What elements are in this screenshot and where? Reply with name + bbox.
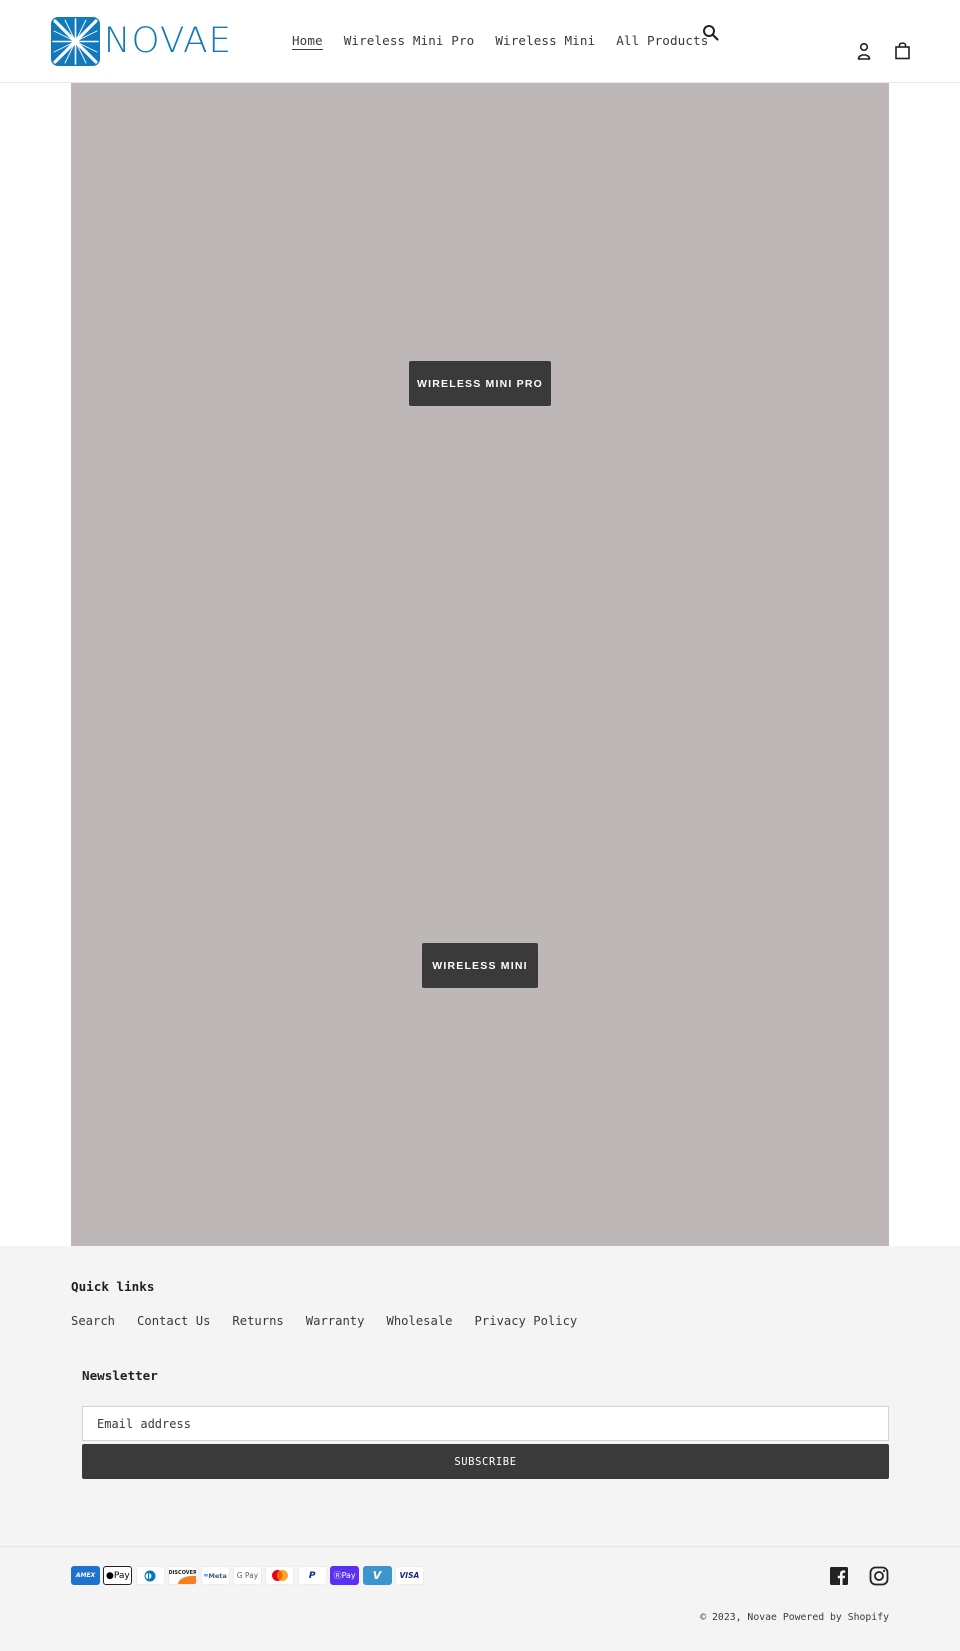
amex-icon: AMEX	[71, 1566, 100, 1585]
nav-home[interactable]: Home	[292, 33, 323, 50]
footer-link-returns[interactable]: Returns	[232, 1314, 283, 1328]
copyright: © 2023, Novae Powered by Shopify	[700, 1612, 889, 1623]
discover-icon: DISCOVER	[168, 1566, 198, 1585]
site-footer: Quick links Search Contact Us Returns Wa…	[0, 1246, 960, 1651]
meta-pay-icon: ∞ Meta	[200, 1566, 230, 1585]
footer-divider	[0, 1546, 960, 1547]
visa-icon: VISA	[394, 1566, 424, 1585]
quick-links-title: Quick links	[71, 1279, 155, 1294]
account-button[interactable]	[855, 42, 873, 61]
paypal-icon: P	[297, 1566, 327, 1585]
main-nav: Home Wireless Mini Pro Wireless Mini All…	[292, 33, 729, 50]
quick-links: Search Contact Us Returns Warranty Whole…	[71, 1314, 599, 1328]
instagram-link[interactable]	[869, 1566, 889, 1586]
subscribe-button[interactable]: SUBSCRIBE	[82, 1444, 889, 1479]
google-pay-icon: G Pay	[232, 1566, 262, 1585]
venmo-icon: V	[362, 1566, 392, 1585]
copyright-text[interactable]: © 2023, Novae	[700, 1612, 777, 1623]
newsletter-email-input[interactable]	[82, 1406, 889, 1441]
facebook-link[interactable]	[829, 1566, 849, 1586]
wireless-mini-pro-button[interactable]: WIRELESS MINI PRO	[409, 361, 551, 406]
footer-link-search[interactable]: Search	[71, 1314, 115, 1328]
newsletter-title: Newsletter	[82, 1368, 158, 1383]
footer-link-contact-us[interactable]: Contact Us	[137, 1314, 210, 1328]
powered-by-shopify-link[interactable]: Powered by Shopify	[783, 1612, 889, 1623]
diners-club-icon	[135, 1566, 165, 1585]
nav-wireless-mini-pro[interactable]: Wireless Mini Pro	[344, 33, 475, 50]
instagram-icon	[869, 1566, 889, 1586]
mastercard-icon	[265, 1566, 295, 1585]
footer-link-wholesale[interactable]: Wholesale	[386, 1314, 452, 1328]
bag-icon	[895, 42, 910, 60]
payment-icons: AMEX ● Pay DISCOVER ∞ Meta G Pay P Ⓡ Pay V	[71, 1566, 427, 1585]
footer-link-privacy-policy[interactable]: Privacy Policy	[475, 1314, 578, 1328]
shop-pay-icon: Ⓡ Pay	[330, 1566, 360, 1585]
search-button[interactable]	[702, 24, 720, 42]
wireless-mini-button[interactable]: WIRELESS MINI	[422, 943, 538, 988]
nav-all-products[interactable]: All Products	[616, 33, 708, 50]
logo-star-icon	[51, 17, 100, 66]
user-icon	[857, 42, 871, 60]
apple-pay-icon: ● Pay	[103, 1566, 133, 1585]
facebook-icon	[830, 1567, 848, 1585]
footer-link-warranty[interactable]: Warranty	[306, 1314, 365, 1328]
logo-link[interactable]: NOVAE	[51, 17, 231, 66]
cart-button[interactable]	[894, 41, 911, 60]
nav-wireless-mini[interactable]: Wireless Mini	[495, 33, 595, 50]
search-icon	[703, 25, 719, 41]
logo-text: NOVAE	[103, 21, 233, 61]
site-header: NOVAE Home Wireless Mini Pro Wireless Mi…	[0, 0, 960, 83]
hero-slideshow: WIRELESS MINI PRO WIRELESS MINI	[71, 83, 889, 1246]
